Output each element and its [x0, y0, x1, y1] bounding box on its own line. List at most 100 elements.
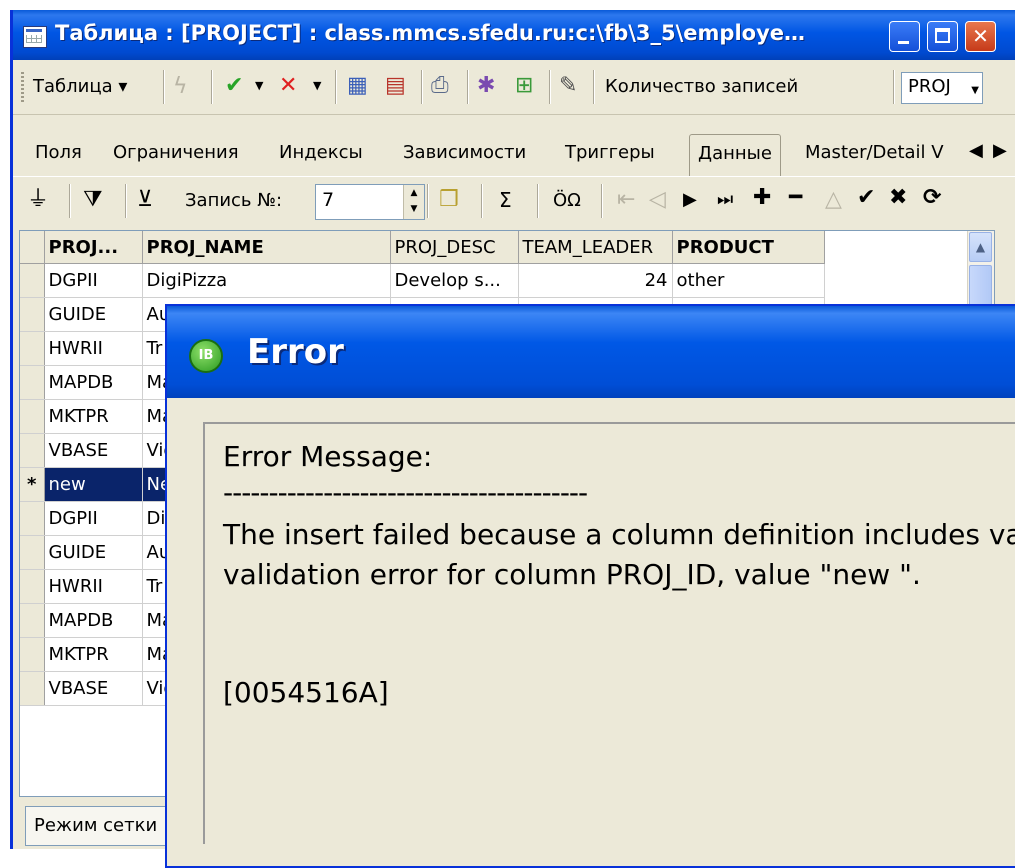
grid-mode-button[interactable]: Режим сетки [25, 806, 185, 846]
cell-proj-id[interactable]: MKTPR [44, 637, 143, 672]
insert-record-icon[interactable]: ✚ [753, 186, 771, 210]
chevron-down-icon[interactable]: ▼ [971, 85, 979, 96]
minimize-button[interactable] [889, 21, 920, 52]
error-dialog: IB Error Error Message: ----------------… [165, 304, 1015, 868]
cell-proj-id[interactable]: MKTPR [44, 399, 143, 434]
cell-proj-id[interactable]: HWRII [44, 569, 143, 604]
cell-proj-desc[interactable]: Develop s... [390, 263, 519, 298]
toolbar-grip[interactable] [21, 72, 24, 104]
window-titlebar[interactable]: Таблица : [PROJECT] : class.mmcs.sfedu.r… [13, 10, 1015, 60]
cell-proj-id[interactable]: DGPII [44, 263, 143, 298]
cell-proj-id[interactable]: new [44, 467, 143, 502]
record-number-stepper[interactable]: 7 ▲ ▼ [315, 184, 425, 220]
tab-scroll-right-icon[interactable]: ▶ [993, 140, 1007, 161]
error-code: [0054516A] [223, 676, 389, 709]
cell-proj-id[interactable]: VBASE [44, 433, 143, 468]
cell-proj-id[interactable]: VBASE [44, 671, 143, 706]
lightning-icon[interactable]: ϟ [173, 75, 188, 99]
cell-team-leader[interactable]: 24 [518, 263, 673, 298]
omega-button[interactable]: ÖΩ [553, 190, 581, 211]
main-toolbar: Таблица ▾ ϟ ✔ ▼ ✕ ▼ ▦ ▤ ⎙ ✱ ⊞ ✎ Количест… [13, 62, 1015, 115]
grid-edit-icon[interactable]: ▦ [347, 74, 368, 98]
delete-record-icon[interactable]: ━ [789, 186, 802, 210]
tab-triggers[interactable]: Триггеры [565, 142, 655, 163]
error-text-line-2: validation error for column PROJ_ID, val… [223, 558, 921, 591]
cell-proj-id[interactable]: MAPDB [44, 603, 143, 638]
settings-gears-icon[interactable]: ✱ [477, 74, 495, 98]
scroll-up-icon[interactable]: ▲ [969, 232, 992, 262]
grid-delete-icon[interactable]: ▤ [385, 74, 406, 98]
toolbar-separator [549, 70, 551, 104]
toolbar-separator [537, 184, 539, 218]
edit-record-icon[interactable]: △ [825, 188, 842, 212]
filter-icon[interactable]: ⏚ [27, 188, 49, 212]
error-text-line-1: The insert failed because a column defin… [223, 518, 1015, 551]
cell-proj-id[interactable]: MAPDB [44, 365, 143, 400]
tab-scroll-left-icon[interactable]: ◀ [969, 140, 983, 161]
column-header-product[interactable]: PRODUCT [672, 231, 825, 264]
row-indicator [20, 535, 45, 570]
table-menu-button[interactable]: Таблица ▾ [33, 76, 127, 97]
tab-indexes[interactable]: Индексы [279, 142, 363, 163]
last-record-icon[interactable]: ⏭ [717, 188, 733, 212]
close-button[interactable]: ✕ [965, 21, 996, 52]
print-icon[interactable]: ⎙ [431, 74, 449, 98]
toolbar-separator [467, 70, 469, 104]
table-row[interactable]: DGPII DigiPizza Develop s... 24 other [20, 263, 825, 298]
tab-constraints[interactable]: Ограничения [113, 142, 239, 163]
row-indicator [20, 569, 45, 604]
error-divider: ---------------------------------------- [223, 476, 588, 509]
toolbar-separator [69, 184, 71, 218]
row-indicator [20, 671, 45, 706]
cube-icon[interactable]: ❒ [439, 188, 459, 212]
tab-dependencies[interactable]: Зависимости [403, 142, 526, 163]
first-record-icon[interactable]: ⇤ [617, 188, 635, 212]
spin-down-icon[interactable]: ▼ [404, 201, 424, 217]
column-header-team-leader[interactable]: TEAM_LEADER [518, 231, 673, 264]
chevron-down-icon[interactable]: ▼ [313, 74, 321, 98]
cell-proj-name[interactable]: DigiPizza [142, 263, 391, 298]
error-dialog-titlebar[interactable]: IB Error [167, 306, 1015, 398]
refresh-icon[interactable]: ⟳ [923, 186, 941, 210]
cell-proj-id[interactable]: GUIDE [44, 297, 143, 332]
record-number-value[interactable]: 7 [322, 189, 334, 211]
sum-button[interactable]: Σ [499, 188, 512, 212]
row-indicator [20, 501, 45, 536]
edit-brush-icon[interactable]: ✎ [559, 74, 577, 98]
prev-record-icon[interactable]: ◁ [649, 188, 666, 212]
cell-proj-id[interactable]: DGPII [44, 501, 143, 536]
toolbar-separator [427, 184, 429, 218]
tab-fields[interactable]: Поля [35, 142, 82, 163]
row-indicator [20, 263, 45, 298]
filter-add-icon[interactable]: ⊻ [137, 188, 153, 212]
row-indicator-header [20, 231, 45, 264]
cell-product[interactable]: other [672, 263, 825, 298]
tab-data[interactable]: Данные [689, 134, 781, 176]
filter-table-icon[interactable]: ⧩ [83, 188, 103, 212]
maximize-button[interactable] [927, 21, 958, 52]
row-indicator [20, 365, 45, 400]
error-message-box: Error Message: -------------------------… [203, 422, 1015, 844]
toolbar-separator [893, 70, 895, 104]
tree-structure-icon[interactable]: ⊞ [515, 74, 533, 98]
toolbar-separator [211, 70, 213, 104]
cell-proj-id[interactable]: HWRII [44, 331, 143, 366]
row-indicator [20, 331, 45, 366]
rollback-x-icon[interactable]: ✕ [279, 74, 297, 98]
toolbar-separator [601, 184, 603, 218]
post-record-icon[interactable]: ✔ [857, 186, 875, 210]
next-record-icon[interactable]: ▶ [683, 188, 697, 212]
cell-proj-id[interactable]: GUIDE [44, 535, 143, 570]
column-header-proj-name[interactable]: PROJ_NAME [142, 231, 391, 264]
column-header-proj-desc[interactable]: PROJ_DESC [390, 231, 519, 264]
close-icon: ✕ [972, 24, 989, 48]
table-header-row: PROJ... PROJ_NAME PROJ_DESC TEAM_LEADER … [20, 231, 825, 264]
interbase-logo-icon: IB [189, 339, 223, 373]
cancel-record-icon[interactable]: ✖ [889, 186, 907, 210]
chevron-down-icon[interactable]: ▼ [255, 74, 263, 98]
spin-up-icon[interactable]: ▲ [404, 185, 424, 201]
tab-master-detail[interactable]: Master/Detail V [805, 142, 961, 163]
column-header-proj-id[interactable]: PROJ... [44, 231, 143, 264]
record-count-select[interactable]: PROJ ▼ [901, 72, 983, 104]
commit-check-icon[interactable]: ✔ [225, 74, 243, 98]
